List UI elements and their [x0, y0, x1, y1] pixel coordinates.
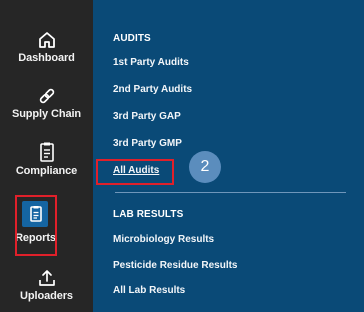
sidebar-item-label: Dashboard — [18, 52, 75, 64]
clipboard-icon — [39, 142, 54, 162]
menu-item-3rd-party-gap[interactable]: 3rd Party GAP — [113, 111, 181, 122]
reports-highlight-box — [15, 195, 57, 256]
submenu-panel: AUDITS 1st Party Audits 2nd Party Audits… — [93, 0, 364, 312]
menu-item-microbiology-results[interactable]: Microbiology Results — [113, 234, 214, 245]
chain-link-icon — [39, 88, 54, 104]
upload-icon — [38, 270, 55, 286]
all-audits-highlight-box — [96, 159, 174, 185]
home-icon — [38, 32, 55, 48]
menu-item-3rd-party-gmp[interactable]: 3rd Party GMP — [113, 138, 182, 149]
step-number-badge: 2 — [189, 151, 221, 183]
sidebar-item-dashboard[interactable]: Dashboard — [0, 30, 93, 64]
menu-item-1st-party-audits[interactable]: 1st Party Audits — [113, 57, 189, 68]
sidebar-item-supply-chain[interactable]: Supply Chain — [0, 86, 93, 120]
sidebar-item-uploaders[interactable]: Uploaders — [0, 268, 93, 302]
sidebar-item-compliance[interactable]: Compliance — [0, 141, 93, 177]
menu-item-all-lab-results[interactable]: All Lab Results — [113, 285, 185, 296]
navigation-screen: Dashboard Supply Chain Compliance Report… — [0, 0, 364, 312]
section-heading-lab-results: LAB RESULTS — [113, 209, 184, 220]
sidebar-item-label: Compliance — [15, 165, 78, 177]
section-divider — [115, 192, 346, 193]
menu-item-2nd-party-audits[interactable]: 2nd Party Audits — [113, 84, 192, 95]
sidebar-item-label: Uploaders — [20, 290, 73, 302]
sidebar-item-label: Supply Chain — [11, 108, 82, 120]
menu-item-pesticide-residue-results[interactable]: Pesticide Residue Results — [113, 260, 238, 271]
section-heading-audits: AUDITS — [113, 33, 151, 44]
sidebar: Dashboard Supply Chain Compliance Report… — [0, 0, 93, 312]
